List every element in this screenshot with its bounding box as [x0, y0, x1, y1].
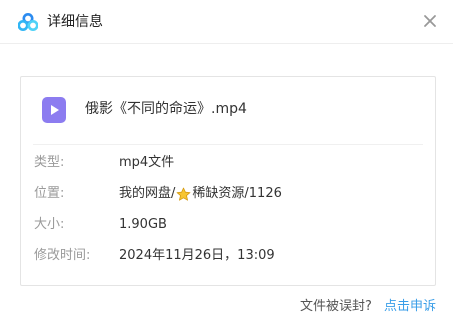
- file-header-row: 俄影《不同的命运》.mp4: [21, 77, 435, 143]
- type-value: mp4文件: [119, 155, 175, 170]
- location-prefix: 我的网盘/: [119, 186, 176, 201]
- baidu-netdisk-logo-icon: [18, 13, 38, 31]
- dialog-title: 详细信息: [47, 14, 103, 30]
- type-row: 类型: mp4文件: [21, 152, 435, 174]
- star-icon: [176, 187, 191, 201]
- size-label: 大小:: [34, 217, 65, 232]
- file-name: 俄影《不同的命运》.mp4: [85, 101, 247, 117]
- dialog-header: 详细信息: [0, 0, 453, 44]
- location-label: 位置:: [34, 186, 65, 201]
- location-suffix: 稀缺资源/1126: [192, 186, 282, 201]
- file-info-card: 俄影《不同的命运》.mp4 类型: mp4文件 位置: 我的网盘/ 稀缺资源/1…: [20, 76, 436, 286]
- location-value[interactable]: 我的网盘/ 稀缺资源/1126: [119, 183, 282, 205]
- modified-label: 修改时间:: [34, 248, 91, 263]
- video-file-icon: [42, 97, 66, 123]
- type-label: 类型:: [34, 155, 65, 170]
- file-details-dialog: 详细信息 俄影《不同的命运》.mp4 类型: mp4文件 位置: 我的网盘/ 稀…: [0, 0, 453, 333]
- size-value: 1.90GB: [119, 217, 167, 232]
- appeal-link[interactable]: 点击申诉: [384, 299, 436, 314]
- divider: [33, 144, 423, 145]
- modified-value: 2024年11月26日，13:09: [119, 248, 275, 263]
- blocked-question: 文件被误封?: [299, 299, 372, 314]
- appeal-footer: 文件被误封? 点击申诉: [300, 297, 436, 317]
- location-row: 位置: 我的网盘/ 稀缺资源/1126: [21, 183, 435, 205]
- size-row: 大小: 1.90GB: [21, 214, 435, 236]
- modified-row: 修改时间: 2024年11月26日，13:09: [21, 245, 435, 267]
- close-icon[interactable]: [421, 12, 439, 30]
